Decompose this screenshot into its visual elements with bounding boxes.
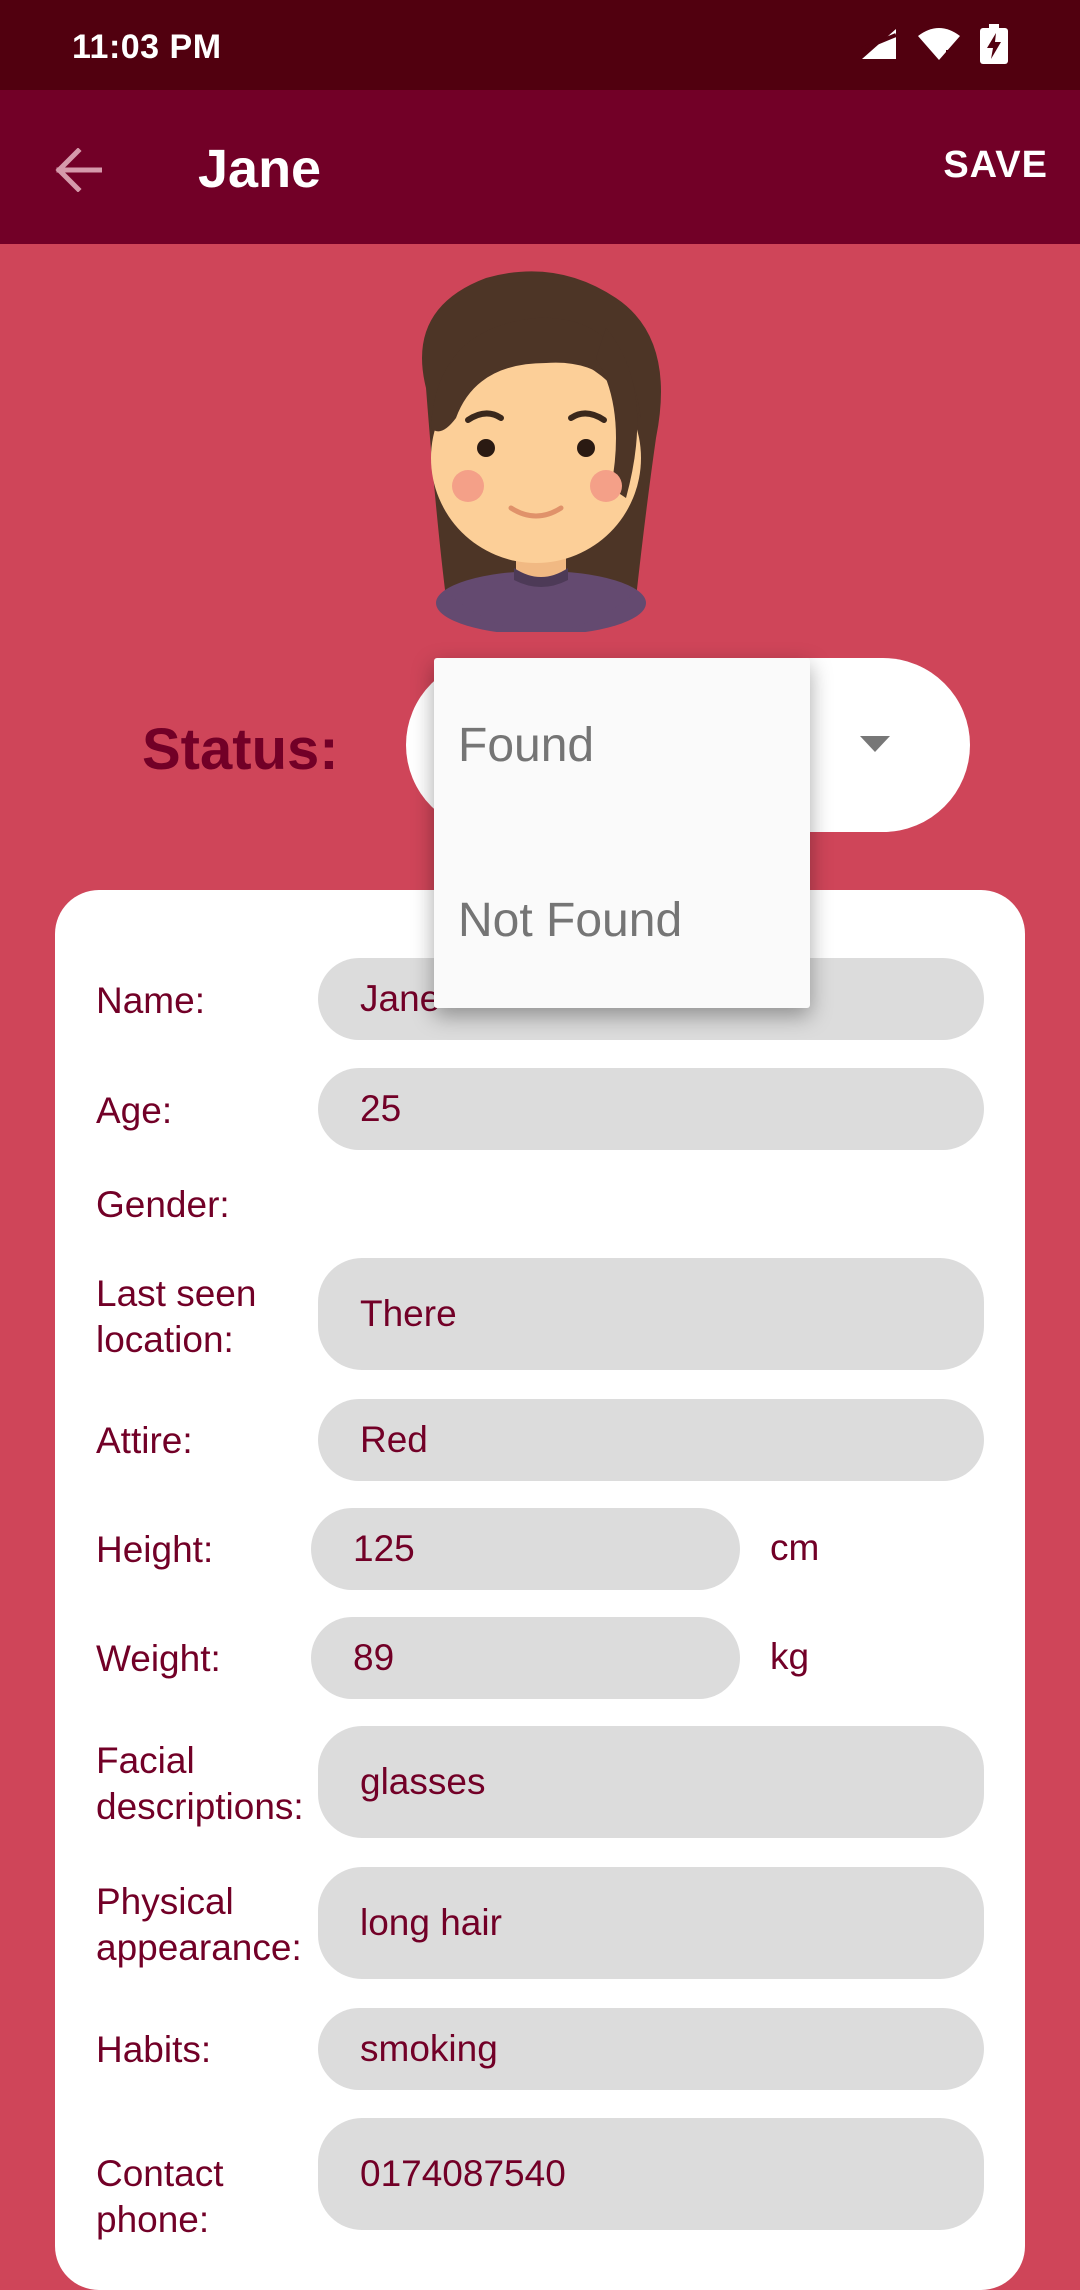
habits-label: Habits:	[96, 2029, 212, 2070]
contact-label-line2: phone:	[96, 2199, 210, 2240]
habits-field[interactable]: smoking	[318, 2008, 984, 2090]
battery-charging-icon	[980, 24, 1008, 64]
height-label: Height:	[96, 1529, 214, 1570]
facial-label: Facial descriptions:	[96, 1738, 304, 1830]
facial-label-line2: descriptions:	[96, 1786, 304, 1827]
last-seen-label-line1: Last seen	[96, 1273, 257, 1314]
attire-field[interactable]: Red	[318, 1399, 984, 1481]
status-icons	[860, 24, 1008, 64]
contact-label: Contact phone:	[96, 2151, 224, 2243]
age-label: Age:	[96, 1090, 173, 1131]
physical-label-line2: appearance:	[96, 1927, 302, 1968]
height-field[interactable]: 125	[311, 1508, 740, 1590]
avatar	[422, 271, 661, 632]
page-title: Jane	[198, 139, 322, 199]
last-seen-label: Last seen location:	[96, 1271, 256, 1363]
last-seen-field[interactable]: There	[318, 1258, 984, 1370]
physical-field[interactable]: long hair	[318, 1867, 984, 1979]
weight-unit: kg	[770, 1636, 810, 1677]
physical-label-line1: Physical	[96, 1881, 234, 1922]
caret-down-icon	[860, 736, 890, 752]
weight-field[interactable]: 89	[311, 1617, 740, 1699]
back-button[interactable]	[40, 132, 116, 208]
status-time: 11:03 PM	[72, 28, 222, 66]
height-unit: cm	[770, 1527, 820, 1568]
facial-field[interactable]: glasses	[318, 1726, 984, 1838]
name-label: Name:	[96, 980, 205, 1021]
signal-icon	[861, 29, 897, 59]
save-button[interactable]: SAVE	[943, 144, 1048, 187]
last-seen-label-line2: location:	[96, 1319, 234, 1360]
system-status-bar: 11:03 PM	[0, 0, 1080, 90]
app-bar: Jane SAVE	[0, 90, 1080, 244]
contact-label-line1: Contact	[96, 2153, 224, 2194]
status-label: Status:	[142, 717, 339, 782]
physical-label: Physical appearance:	[96, 1879, 302, 1971]
facial-label-line1: Facial	[96, 1740, 195, 1781]
wifi-icon	[918, 28, 960, 60]
gender-label: Gender:	[96, 1184, 230, 1225]
status-dropdown-menu: Found Not Found	[434, 658, 810, 1008]
attire-label: Attire:	[96, 1420, 193, 1461]
weight-label: Weight:	[96, 1638, 221, 1679]
age-field[interactable]: 25	[318, 1068, 984, 1150]
arrow-left-icon	[55, 148, 102, 192]
contact-field[interactable]: 0174087540	[318, 2118, 984, 2230]
status-option-not-found[interactable]: Not Found	[434, 833, 810, 1008]
status-option-found[interactable]: Found	[434, 658, 810, 833]
